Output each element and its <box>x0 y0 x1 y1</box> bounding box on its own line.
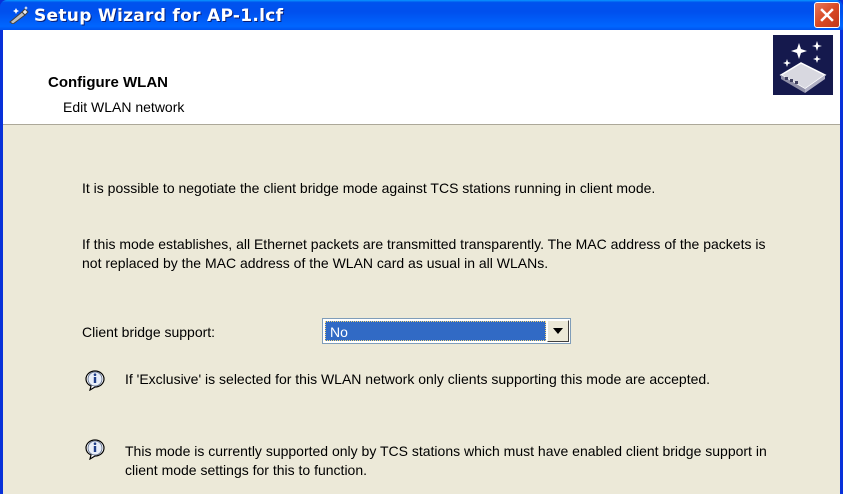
info-icon <box>82 436 106 461</box>
page-title: Configure WLAN <box>48 74 168 91</box>
wizard-wand-icon <box>8 6 30 25</box>
page-subtitle: Edit WLAN network <box>63 99 185 115</box>
description-paragraph-2: If this mode establishes, all Ethernet p… <box>82 236 766 271</box>
close-icon <box>820 8 834 22</box>
network-device-sparkle-icon <box>773 35 833 95</box>
client-bridge-selected-value: No <box>325 321 546 341</box>
title-bar[interactable]: Setup Wizard for AP-1.lcf <box>0 0 843 30</box>
info-note-exclusive: If 'Exclusive' is selected for this WLAN… <box>125 371 711 387</box>
client-bridge-label: Client bridge support: <box>82 324 216 340</box>
chevron-down-icon <box>553 328 563 334</box>
dialog-body: Configure WLAN Edit WLAN network It is p… <box>3 30 840 494</box>
client-bridge-select[interactable]: No <box>322 318 571 344</box>
window-title: Setup Wizard for AP-1.lcf <box>34 6 284 26</box>
info-note-tcs-stations: This mode is currently supported only by… <box>125 443 767 478</box>
dropdown-button[interactable] <box>547 320 569 342</box>
wizard-window: Setup Wizard for AP-1.lcf Configure WLAN… <box>0 0 843 494</box>
wizard-header: Configure WLAN Edit WLAN network <box>3 30 840 125</box>
info-icon <box>82 367 106 392</box>
close-button[interactable] <box>814 2 840 28</box>
description-paragraph-1: It is possible to negotiate the client b… <box>82 180 656 196</box>
